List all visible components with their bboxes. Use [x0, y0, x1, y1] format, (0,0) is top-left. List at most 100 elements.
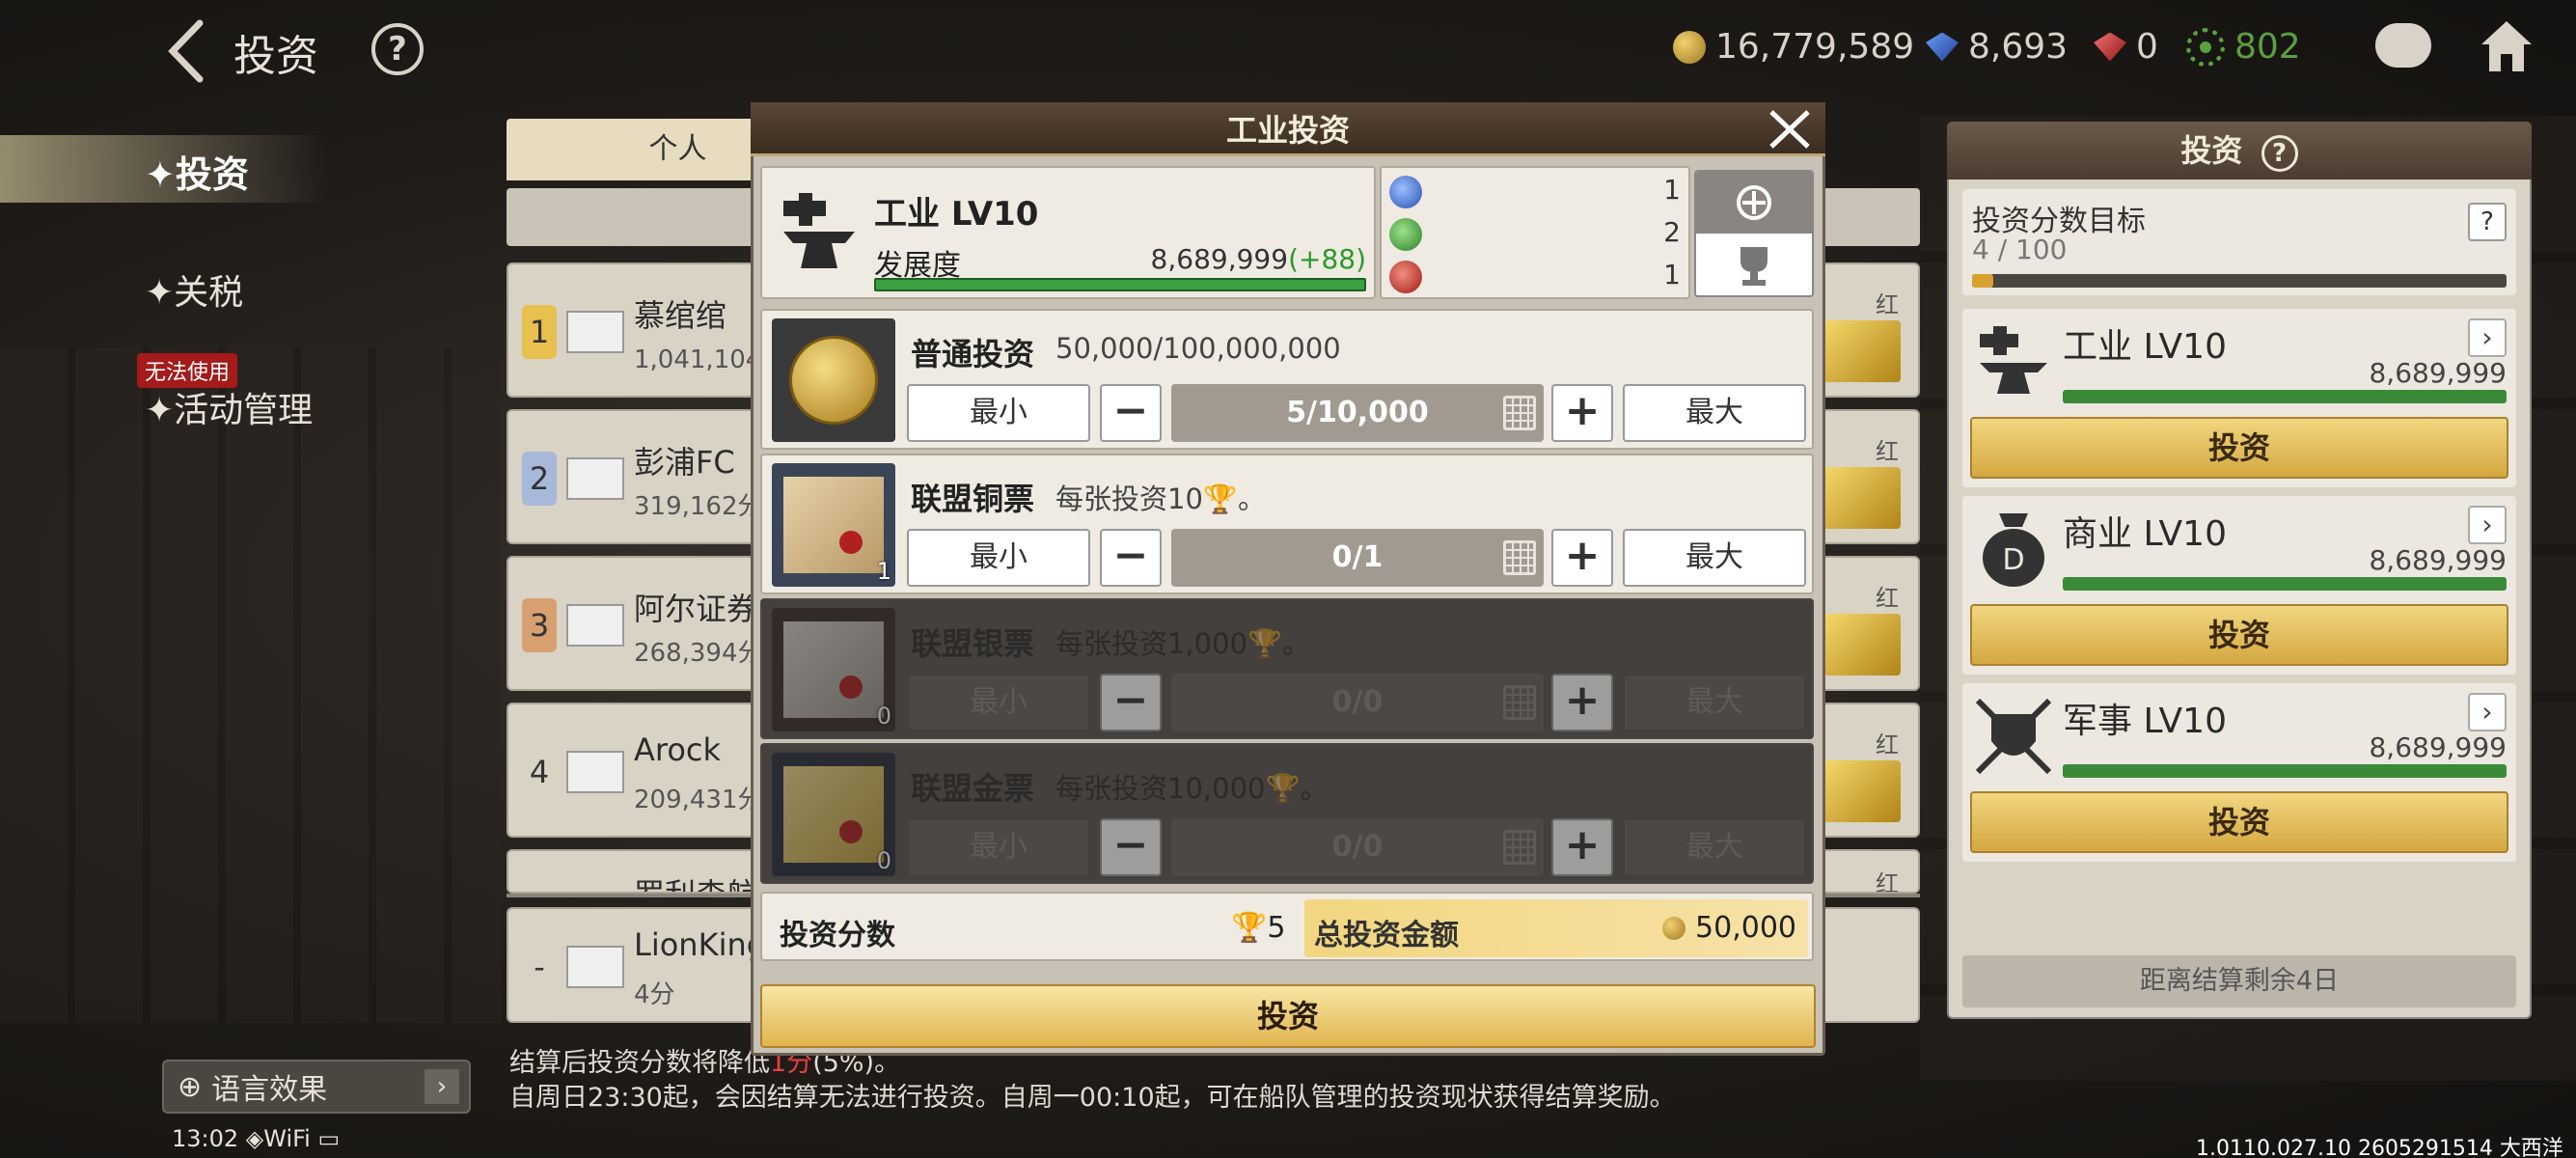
- flag-icon: [566, 946, 624, 988]
- bronze-ticket-row: 1 联盟铜票 每张投资10🏆。 最小 − 0/1 + 最大: [760, 454, 1814, 594]
- red-gem-balance: 0: [2094, 27, 2158, 67]
- increment-button[interactable]: +: [1551, 818, 1613, 876]
- globe-icon: ⊕: [178, 1069, 203, 1104]
- red-gem-icon: [2094, 32, 2126, 62]
- coin-balance: 16,779,589: [1673, 27, 1914, 67]
- red-medal-icon: [1389, 261, 1422, 293]
- blue-gem-icon: [1926, 32, 1959, 62]
- back-arrow-icon[interactable]: [159, 17, 217, 85]
- max-button[interactable]: 最大: [1623, 674, 1806, 731]
- calculator-icon[interactable]: [1503, 830, 1536, 865]
- goal-progress-bar: [1972, 274, 2507, 288]
- help-icon[interactable]: ?: [2468, 203, 2507, 241]
- menu-item-investment[interactable]: ✦投资: [145, 145, 249, 198]
- min-button[interactable]: 最小: [907, 818, 1090, 876]
- investment-summary: 投资分数 🏆5 总投资金额 50,000: [760, 892, 1814, 961]
- anvil-icon: [783, 193, 855, 268]
- flag-icon: [566, 604, 624, 647]
- industry-info-card: 工业 LV10 发展度 8,689,999(+88): [760, 166, 1376, 299]
- calculator-icon[interactable]: [1503, 685, 1536, 720]
- anvil-icon: [1980, 326, 2047, 394]
- chevron-right-icon: ›: [425, 1069, 459, 1104]
- increment-button[interactable]: +: [1551, 384, 1613, 442]
- decrement-button[interactable]: −: [1100, 529, 1162, 587]
- decrement-button[interactable]: −: [1100, 384, 1162, 442]
- quantity-field[interactable]: 0/0: [1171, 674, 1544, 731]
- development-progress-bar: [874, 278, 1366, 291]
- invest-commerce-button[interactable]: 投资: [1970, 604, 2508, 666]
- money-bag-icon: D: [1983, 513, 2044, 587]
- min-button[interactable]: 最小: [907, 529, 1090, 587]
- blue-gem-balance: 8,693: [1926, 27, 2068, 67]
- bronze-ticket-icon: 1: [772, 463, 895, 587]
- status-bar: 13:02 ◈WiFi ▭: [172, 1125, 341, 1152]
- reward-icon: [1823, 467, 1901, 529]
- invest-industry-button[interactable]: 投资: [1970, 417, 2508, 479]
- decrement-button[interactable]: −: [1100, 674, 1162, 731]
- progress-bar: [2063, 577, 2507, 591]
- medal-row-blue: 1: [1389, 174, 1685, 208]
- blue-medal-icon: [1389, 176, 1422, 208]
- max-button[interactable]: 最大: [1623, 818, 1806, 876]
- reward-icon: [1823, 760, 1901, 822]
- close-icon[interactable]: [1764, 104, 1816, 154]
- flag-icon: [566, 457, 624, 500]
- dialog-title: 工业投资: [1225, 112, 1350, 149]
- development-value: 8,689,999(+88): [1150, 243, 1366, 275]
- score-goal-box: 投资分数目标 4 / 100 ?: [1962, 189, 2516, 295]
- wheel-balance: 802: [2186, 27, 2301, 67]
- help-icon[interactable]: ?: [2261, 135, 2298, 172]
- medal-summary: 1 2 1: [1380, 166, 1690, 299]
- help-icon[interactable]: ?: [371, 23, 424, 75]
- total-investment: 总投资金额 50,000: [1304, 899, 1808, 957]
- toggle-option-compass[interactable]: [1696, 172, 1812, 234]
- silver-ticket-icon: 0: [772, 608, 895, 731]
- increment-button[interactable]: +: [1551, 529, 1613, 587]
- chevron-right-icon[interactable]: ›: [2468, 693, 2507, 731]
- coin-icon: [1662, 917, 1686, 940]
- side-panel-header: 投资 ?: [1947, 122, 2532, 179]
- home-icon[interactable]: [2478, 17, 2535, 75]
- compass-icon: [1737, 185, 1771, 220]
- commerce-card: D 商业 LV10 › 8,689,999 投资: [1962, 496, 2516, 675]
- progress-bar: [2063, 764, 2507, 778]
- max-button[interactable]: 最大: [1623, 529, 1806, 587]
- flag-icon: [566, 751, 624, 793]
- investment-score-value: 🏆5: [1231, 911, 1286, 945]
- decrement-button[interactable]: −: [1100, 818, 1162, 876]
- menu-item-tariff[interactable]: ✦关税: [145, 264, 243, 315]
- chevron-right-icon[interactable]: ›: [2468, 318, 2507, 357]
- settlement-countdown: 距离结算剩余4日: [1962, 955, 2516, 1007]
- chevron-right-icon[interactable]: ›: [2468, 506, 2507, 544]
- calculator-icon[interactable]: [1503, 396, 1536, 430]
- svg-text:D: D: [2002, 543, 2024, 577]
- quantity-field[interactable]: 0/0: [1171, 818, 1544, 876]
- medal-row-red: 1: [1389, 259, 1685, 293]
- settlement-notice: 结算后投资分数将降低1分(5%)。 自周日23:30起，会因结算无法进行投资。自…: [509, 1048, 1676, 1113]
- gold-ticket-icon: 0: [772, 753, 895, 876]
- version-label: 1.0110.027.10 2605291514 大西洋: [2196, 1137, 2563, 1158]
- flag-icon: [566, 311, 624, 353]
- quantity-field[interactable]: 5/10,000: [1171, 384, 1544, 442]
- chat-icon[interactable]: [2375, 23, 2431, 68]
- page-title: 投资: [233, 32, 318, 81]
- investment-amount-limit: 50,000/100,000,000: [1055, 332, 1341, 365]
- progress-bar: [2063, 390, 2507, 403]
- reward-icon: [1823, 320, 1901, 382]
- invest-military-button[interactable]: 投资: [1970, 791, 2508, 853]
- trophy-icon: [1740, 247, 1768, 286]
- min-button[interactable]: 最小: [907, 674, 1090, 731]
- quantity-field[interactable]: 0/1: [1171, 529, 1544, 587]
- ship-wheel-icon: [2186, 27, 2225, 67]
- reward-icon: [1823, 614, 1901, 676]
- increment-button[interactable]: +: [1551, 674, 1613, 731]
- language-effect-button[interactable]: ⊕ 语言效果 ›: [162, 1060, 471, 1114]
- calculator-icon[interactable]: [1503, 540, 1536, 575]
- silver-ticket-row: 0 联盟银票 每张投资1,000🏆。 最小 − 0/0 + 最大: [760, 598, 1814, 739]
- min-button[interactable]: 最小: [907, 384, 1090, 442]
- toggle-option-trophy[interactable]: [1696, 234, 1812, 295]
- gold-ticket-row: 0 联盟金票 每张投资10,000🏆。 最小 − 0/0 + 最大: [760, 743, 1814, 884]
- menu-item-activity[interactable]: ✦活动管理: [145, 382, 313, 432]
- max-button[interactable]: 最大: [1623, 384, 1806, 442]
- invest-button[interactable]: 投资: [760, 984, 1816, 1048]
